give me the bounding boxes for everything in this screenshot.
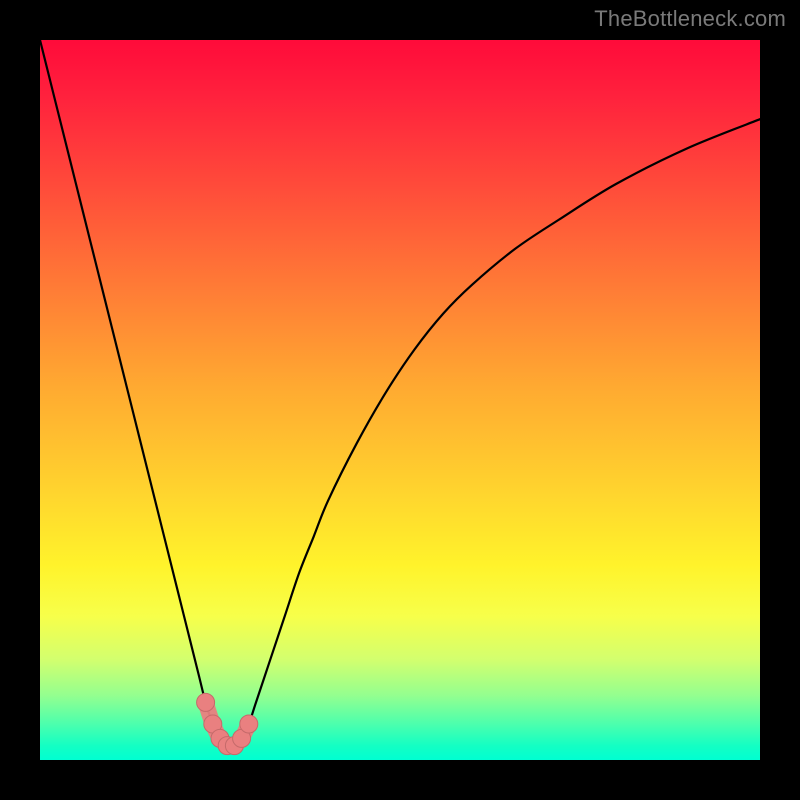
- min-marker: [197, 693, 215, 711]
- watermark-text: TheBottleneck.com: [594, 6, 786, 32]
- min-region-markers: [197, 693, 258, 754]
- chart-frame: TheBottleneck.com: [0, 0, 800, 800]
- plot-area: [40, 40, 760, 760]
- bottleneck-curve: [40, 40, 760, 746]
- curve-svg: [40, 40, 760, 760]
- min-marker: [240, 715, 258, 733]
